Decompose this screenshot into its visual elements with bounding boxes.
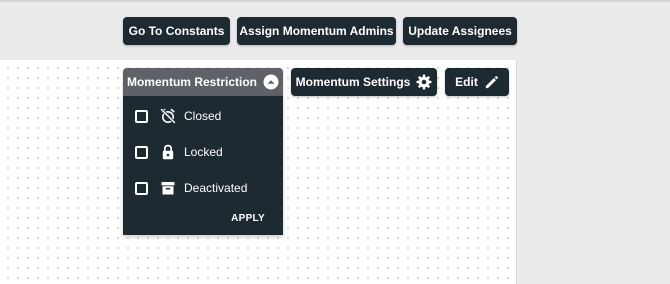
closed-icon [160, 108, 176, 124]
assign-momentum-admins-button[interactable]: Assign Momentum Admins [237, 17, 396, 45]
closed-checkbox[interactable] [135, 109, 148, 123]
deactivated-label: Deactivated [184, 181, 248, 195]
closed-label: Closed [184, 109, 222, 123]
go-to-constants-label: Go To Constants [128, 24, 225, 38]
momentum-settings-label: Momentum Settings [295, 75, 411, 89]
momentum-restriction-button[interactable]: Momentum Restriction [123, 68, 283, 96]
chevron-up-circle-icon [263, 74, 279, 90]
momentum-settings-button[interactable]: Momentum Settings [291, 68, 437, 96]
archive-icon [160, 180, 176, 196]
edit-label: Edit [455, 75, 478, 89]
locked-checkbox[interactable] [135, 145, 148, 159]
update-assignees-button[interactable]: Update Assignees [403, 17, 517, 45]
go-to-constants-button[interactable]: Go To Constants [123, 17, 230, 45]
assign-momentum-admins-label: Assign Momentum Admins [239, 24, 394, 38]
restriction-option-deactivated[interactable]: Deactivated [123, 175, 283, 201]
apply-button[interactable]: APPLY [231, 213, 265, 224]
restriction-option-closed[interactable]: Closed [123, 103, 283, 129]
deactivated-checkbox[interactable] [135, 181, 148, 195]
momentum-restriction-label: Momentum Restriction [126, 75, 257, 89]
update-assignees-label: Update Assignees [408, 24, 512, 38]
restriction-option-locked[interactable]: Locked [123, 139, 283, 165]
restriction-dropdown: Closed Locked Deactivated APPLY [123, 96, 283, 235]
lock-icon [160, 144, 176, 160]
pencil-icon [484, 75, 499, 90]
edit-button[interactable]: Edit [445, 68, 509, 96]
top-divider [0, 0, 670, 2]
locked-label: Locked [184, 145, 223, 159]
gear-icon [416, 74, 432, 90]
